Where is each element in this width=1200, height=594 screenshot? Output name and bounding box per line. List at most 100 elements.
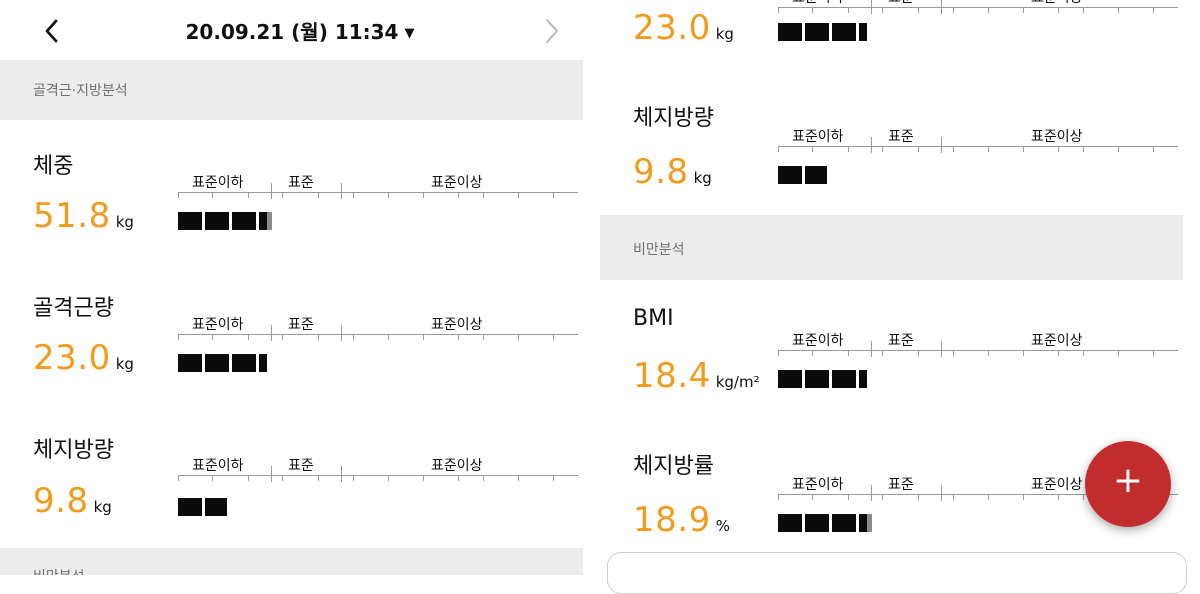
scale-tick	[212, 475, 213, 481]
level-bar-segment	[859, 514, 867, 532]
scale-tick	[178, 334, 179, 340]
bottom-sheet[interactable]	[607, 552, 1187, 594]
scale-tick	[353, 334, 354, 340]
scale-label-below: 표준이하	[792, 333, 844, 349]
metric-number: 18.4	[633, 356, 711, 396]
date-text: 20.09.21 (월) 11:34	[185, 20, 399, 44]
metric-label-body-fat-mass: 체지방량	[33, 438, 114, 463]
level-bar-segment	[178, 212, 202, 230]
level-bar-segment	[805, 23, 829, 41]
scale-tick	[388, 334, 389, 340]
level-bar-overflow	[267, 212, 272, 230]
scale-tick	[1153, 350, 1154, 356]
metric-label-skeletal-muscle: 골격근량	[33, 296, 114, 321]
level-bar-segment	[205, 498, 227, 516]
scale-tick	[848, 7, 849, 13]
scale-tick	[458, 334, 459, 340]
scale-boundary	[941, 485, 942, 501]
scale-tick	[988, 7, 989, 13]
metric-unit: kg	[693, 169, 712, 187]
metric-value-bmi: 18.4 kg/m²	[633, 356, 760, 396]
scale-label-standard: 표준	[288, 317, 314, 333]
scale-label-standard: 표준	[888, 0, 914, 7]
scale-tick	[1058, 7, 1059, 13]
scale-tick	[848, 350, 849, 356]
standard-scale: 표준이하 표준 표준이상	[778, 330, 1178, 362]
scale-tick	[1118, 146, 1119, 152]
section-header-muscle-fat: 골격근·지방분석	[0, 60, 583, 120]
level-bar-segment	[232, 212, 256, 230]
scale-tick	[518, 192, 519, 198]
section-title: 골격근·지방분석	[33, 83, 128, 99]
scale-tick	[212, 192, 213, 198]
level-bar-segment	[859, 370, 867, 388]
scale-tick	[848, 146, 849, 152]
scale-boundary	[271, 325, 272, 341]
scale-tick	[518, 334, 519, 340]
scale-boundary	[941, 137, 942, 153]
scale-tick	[388, 192, 389, 198]
scale-label-above: 표준이상	[1031, 0, 1083, 7]
level-bar-segment	[778, 370, 802, 388]
level-bar-segment	[859, 23, 867, 41]
scale-tick	[282, 192, 283, 198]
level-bar-segment	[778, 23, 802, 41]
scale-label-below: 표준이하	[792, 477, 844, 493]
scale-label-below: 표준이하	[192, 175, 244, 191]
metric-number: 9.8	[633, 152, 689, 192]
scale-label-above: 표준이상	[1031, 129, 1083, 145]
level-bar-segment	[805, 514, 829, 532]
metric-unit: kg	[115, 355, 134, 373]
metric-number: 18.9	[633, 500, 711, 540]
scale-tick	[1023, 494, 1024, 500]
forward-button[interactable]	[535, 12, 571, 50]
scale-tick	[423, 334, 424, 340]
scale-tick	[483, 475, 484, 481]
scale-tick	[248, 192, 249, 198]
scale-tick	[248, 475, 249, 481]
scale-tick	[388, 475, 389, 481]
scale-tick	[778, 146, 779, 152]
scale-tick	[458, 475, 459, 481]
scale-label-above: 표준이상	[431, 175, 483, 191]
scale-tick	[848, 494, 849, 500]
scale-tick	[1083, 146, 1084, 152]
metric-value-body-fat-mass: 9.8 kg	[633, 152, 712, 192]
level-bar-segment	[259, 354, 267, 372]
scale-label-above: 표준이상	[431, 458, 483, 474]
scale-tick	[178, 192, 179, 198]
scale-label-below: 표준이하	[792, 0, 844, 7]
metric-value-weight: 51.8 kg	[33, 196, 134, 236]
scale-tick	[1153, 7, 1154, 13]
metric-unit: kg	[715, 25, 734, 43]
scale-boundary	[341, 466, 342, 482]
scale-boundary	[271, 466, 272, 482]
scale-tick	[812, 146, 813, 152]
standard-scale: 표준이하 표준 표준이상	[778, 126, 1178, 158]
level-bar-segment	[178, 354, 202, 372]
scale-boundary	[341, 325, 342, 341]
scale-label-below: 표준이하	[192, 458, 244, 474]
metric-value-skeletal-muscle: 23.0 kg	[633, 8, 734, 48]
scale-tick	[882, 350, 883, 356]
scale-label-standard: 표준	[888, 129, 914, 145]
scale-tick	[553, 334, 554, 340]
standard-scale: 표준이하 표준 표준이상	[178, 172, 578, 204]
level-bar-segment	[178, 498, 202, 516]
level-bar-segment	[778, 514, 802, 532]
metric-number: 23.0	[33, 338, 111, 378]
scale-tick	[423, 475, 424, 481]
date-selector[interactable]: 20.09.21 (월) 11:34 ▼	[0, 16, 600, 45]
date-navigation-bar: 20.09.21 (월) 11:34 ▼	[0, 0, 583, 62]
scale-label-above: 표준이상	[1031, 477, 1083, 493]
standard-scale: 표준이하 표준 표준이상	[178, 314, 578, 346]
metric-unit: kg/m²	[715, 373, 760, 391]
scale-tick	[953, 7, 954, 13]
scale-tick	[1118, 7, 1119, 13]
scale-tick	[882, 7, 883, 13]
level-bar-segment	[259, 212, 267, 230]
scale-tick	[1023, 146, 1024, 152]
add-record-button[interactable]: +	[1085, 441, 1171, 527]
metric-value-body-fat-mass: 9.8 kg	[33, 481, 112, 521]
scale-tick	[423, 192, 424, 198]
